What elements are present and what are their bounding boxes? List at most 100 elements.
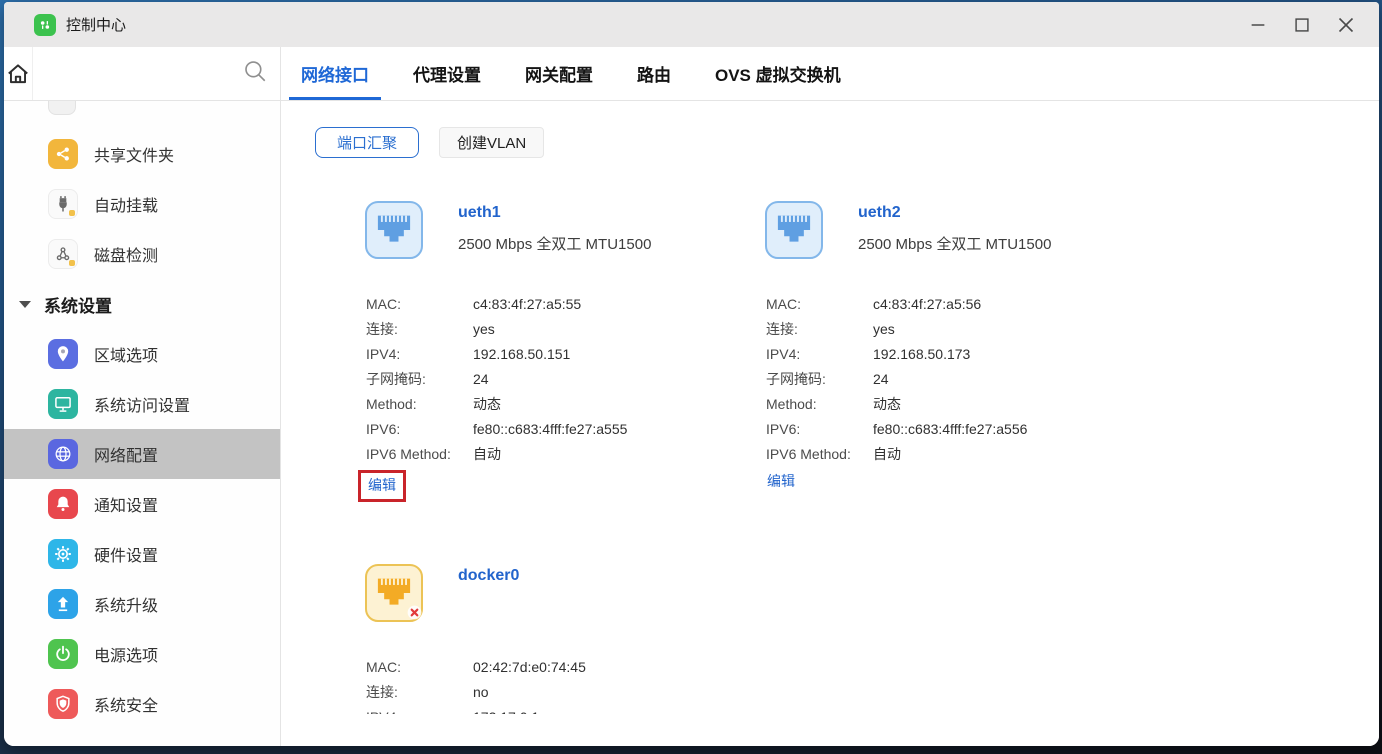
detail-label: Method: xyxy=(366,392,473,417)
sidebar-item-disk-check[interactable]: 磁盘检测 xyxy=(4,229,280,279)
card-head-text: ueth2 2500 Mbps 全双工 MTU1500 xyxy=(858,201,1051,259)
detail-row: 子网掩码:24 xyxy=(766,367,1165,392)
control-center-app-icon xyxy=(34,14,56,36)
power-icon xyxy=(48,639,78,669)
detail-row: 连接:no xyxy=(366,680,765,705)
titlebar: 控制中心 xyxy=(4,2,1379,47)
search-icon[interactable] xyxy=(242,58,268,89)
sidebar: 共享文件夹自动挂载磁盘检测系统设置区域选项系统访问设置网络配置通知设置硬件设置系… xyxy=(4,101,281,746)
home-button[interactable] xyxy=(4,61,32,87)
tab-label: 网络接口 xyxy=(301,61,369,86)
interface-card-ueth1: ueth12500 Mbps 全双工 MTU1500MAC:c4:83:4f:2… xyxy=(365,201,765,502)
search-box xyxy=(32,47,280,100)
sidebar-item-system-upgrade[interactable]: 系统升级 xyxy=(4,579,280,629)
detail-value: fe80::c683:4fff:fe27:a555 xyxy=(473,417,627,442)
sidebar-item-auto-mount[interactable]: 自动挂载 xyxy=(4,179,280,229)
upload-icon xyxy=(48,589,78,619)
sidebar-item-region-options[interactable]: 区域选项 xyxy=(4,329,280,379)
detail-row: MAC:c4:83:4f:27:a5:56 xyxy=(766,292,1165,317)
body-row: 共享文件夹自动挂载磁盘检测系统设置区域选项系统访问设置网络配置通知设置硬件设置系… xyxy=(4,101,1379,746)
detail-label: IPV6 Method: xyxy=(366,442,473,467)
detail-value: no xyxy=(473,680,489,705)
card-header: ueth2 2500 Mbps 全双工 MTU1500 xyxy=(765,201,1165,259)
tab-label: 路由 xyxy=(637,61,671,86)
tab-proxy-settings[interactable]: 代理设置 xyxy=(401,47,493,100)
maximize-button[interactable] xyxy=(1291,14,1313,36)
detail-label: 连接: xyxy=(366,317,473,342)
interface-name-link[interactable]: ueth2 xyxy=(858,204,1051,222)
card-header: docker0 xyxy=(365,564,765,622)
detail-value: 192.168.50.151 xyxy=(473,342,570,367)
plug-icon xyxy=(48,189,78,219)
disconnected-x-icon xyxy=(407,605,422,620)
detail-row: IPV6 Method:自动 xyxy=(766,442,1165,467)
sidebar-item-label: 区域选项 xyxy=(94,342,158,366)
sidebar-item-power-options[interactable]: 电源选项 xyxy=(4,629,280,679)
edit-link[interactable]: 编辑 xyxy=(767,473,795,489)
sidebar-item-shared-folders[interactable]: 共享文件夹 xyxy=(4,129,280,179)
sidebar-section-label: 系统设置 xyxy=(44,292,112,317)
detail-row: Method:动态 xyxy=(766,392,1165,417)
tab-label: 网关配置 xyxy=(525,61,593,86)
create-vlan-button[interactable]: 创建VLAN xyxy=(439,127,544,158)
interface-details: MAC:02:42:7d:e0:74:45连接:noIPV4:172.17.0.… xyxy=(365,655,765,714)
detail-value: fe80::c683:4fff:fe27:a556 xyxy=(873,417,1027,442)
caret-down-icon xyxy=(19,301,31,308)
detail-label: MAC: xyxy=(366,655,473,680)
red-highlight-box: 编辑 xyxy=(358,470,406,502)
share-icon xyxy=(48,139,78,169)
sidebar-item-network-config[interactable]: 网络配置 xyxy=(4,429,280,479)
tab-label: OVS 虚拟交换机 xyxy=(715,61,841,86)
sidebar-item-label: 共享文件夹 xyxy=(94,142,174,166)
minimize-button[interactable] xyxy=(1247,14,1269,36)
detail-value: 172.17.0.1 xyxy=(473,705,539,714)
sidebar-item-label: 系统升级 xyxy=(94,592,158,616)
detail-row: 子网掩码:24 xyxy=(366,367,765,392)
tab-gateway-config[interactable]: 网关配置 xyxy=(513,47,605,100)
sidebar-item-label: 电源选项 xyxy=(94,642,158,666)
sidebar-item-label: 通知设置 xyxy=(94,492,158,516)
pin-icon xyxy=(48,339,78,369)
gear-icon xyxy=(48,539,78,569)
interface-card-ueth2: ueth2 2500 Mbps 全双工 MTU1500 MAC:c4:83:4f:2… xyxy=(765,201,1165,491)
globe-icon xyxy=(48,439,78,469)
detail-label: MAC: xyxy=(366,292,473,317)
detail-label: IPV4: xyxy=(766,342,873,367)
tab-label: 代理设置 xyxy=(413,61,481,86)
detail-row: IPV6:fe80::c683:4fff:fe27:a555 xyxy=(366,417,765,442)
detail-row: 连接:yes xyxy=(366,317,765,342)
detail-label: IPV4: xyxy=(366,705,473,714)
tab-ovs-switch[interactable]: OVS 虚拟交换机 xyxy=(703,47,853,100)
edit-link[interactable]: 编辑 xyxy=(368,477,396,493)
detail-label: 连接: xyxy=(366,680,473,705)
detail-value: 24 xyxy=(873,367,889,392)
detail-label: IPV6: xyxy=(766,417,873,442)
interface-name-link[interactable]: ueth1 xyxy=(458,204,651,222)
sidebar-item-system-security[interactable]: 系统安全 xyxy=(4,679,280,729)
sidebar-item-system-access[interactable]: 系统访问设置 xyxy=(4,379,280,429)
interface-name-link[interactable]: docker0 xyxy=(458,567,519,585)
tab-routing[interactable]: 路由 xyxy=(625,47,683,100)
sidebar-list: 共享文件夹自动挂载磁盘检测系统设置区域选项系统访问设置网络配置通知设置硬件设置系… xyxy=(4,129,280,729)
window-title: 控制中心 xyxy=(66,14,126,35)
interface-subtitle: 2500 Mbps 全双工 MTU1500 xyxy=(858,233,1051,254)
port-aggregation-button[interactable]: 端口汇聚 xyxy=(315,127,419,158)
detail-label: 子网掩码: xyxy=(366,367,473,392)
monitor-icon xyxy=(48,389,78,419)
sidebar-item-notifications[interactable]: 通知设置 xyxy=(4,479,280,529)
detail-value: c4:83:4f:27:a5:56 xyxy=(873,292,981,317)
sidebar-item-hardware[interactable]: 硬件设置 xyxy=(4,529,280,579)
detail-label: 连接: xyxy=(766,317,873,342)
search-input[interactable] xyxy=(43,65,242,82)
close-button[interactable] xyxy=(1335,14,1357,36)
detail-label: 子网掩码: xyxy=(766,367,873,392)
tab-network-interface[interactable]: 网络接口 xyxy=(289,47,381,100)
sidebar-section-system-settings[interactable]: 系统设置 xyxy=(4,279,280,329)
ethernet-port-icon xyxy=(365,564,423,622)
detail-label: IPV6 Method: xyxy=(766,442,873,467)
detail-row: MAC:02:42:7d:e0:74:45 xyxy=(366,655,765,680)
toolbar: 端口汇聚 创建VLAN xyxy=(315,127,1379,158)
sidebar-header xyxy=(4,47,281,100)
sidebar-item-label: 硬件设置 xyxy=(94,542,158,566)
network-interface-panel: 端口汇聚 创建VLAN ueth12500 Mbps 全双工 MTU1500MA… xyxy=(281,101,1379,714)
